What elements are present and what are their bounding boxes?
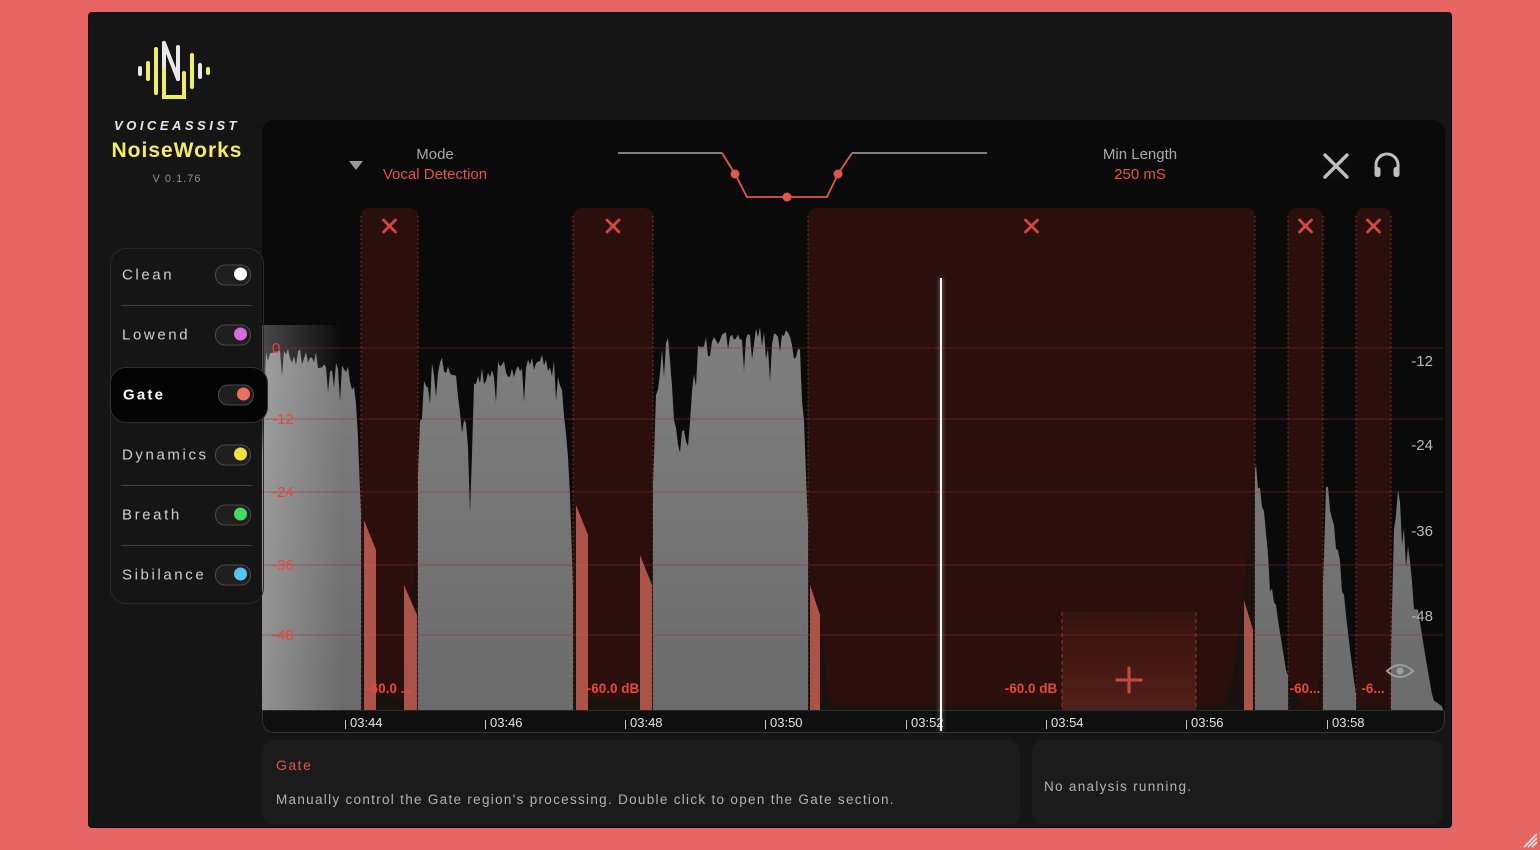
envelope-handle[interactable] [731,170,740,179]
time-tick-label: 03:46 [490,715,523,730]
region-threshold-label[interactable]: -60.0 dB [1005,681,1058,696]
info-panel: Gate Manually control the Gate region's … [262,740,1020,825]
envelope-handle[interactable] [783,193,792,202]
time-tick [345,720,346,729]
right-axis-label: -24 [1411,437,1433,454]
time-tick-label: 03:58 [1332,715,1365,730]
desktop-background: VOICEASSIST NoiseWorks V 0.1.76 ↺ ↻ ‹ De… [0,0,1540,850]
envelope-handle[interactable] [834,170,843,179]
toggle-knob [234,508,247,521]
sidebar-item-gate[interactable]: Gate [110,367,268,423]
mode-value[interactable]: Vocal Detection [365,166,505,183]
sidebar-item-label: Dynamics [122,447,209,464]
resize-grip[interactable] [1518,828,1538,848]
gate-tail [576,505,588,710]
right-axis-label: -48 [1411,608,1433,625]
region-threshold-label[interactable]: -60.0 ... [366,681,412,696]
waveform-fade [262,325,342,710]
sidebar-item-breath[interactable]: Breath [110,493,264,537]
region-threshold-label[interactable]: -60... [1290,681,1321,696]
sidebar-item-sibilance[interactable]: Sibilance [110,553,264,597]
mode-dropdown-caret[interactable] [349,161,363,170]
min-length-value[interactable]: 250 mS [1070,166,1210,183]
time-tick [625,720,626,729]
sidebar-item-lowend[interactable]: Lowend [110,313,264,357]
time-tick-label: 03:44 [350,715,383,730]
version-label: V 0.1.76 [89,169,265,187]
analysis-status-text: No analysis running. [1044,779,1192,794]
time-tick [485,720,486,729]
gate-subregion[interactable] [1062,612,1196,710]
sibilance-toggle[interactable] [215,565,251,586]
time-tick [765,720,766,729]
time-tick [1186,720,1187,729]
right-axis-label: -36 [1411,523,1433,540]
brand-text: VOICEASSIST [89,117,265,135]
envelope-line-gate[interactable] [722,153,852,197]
time-tick [906,720,907,729]
sidebar-item-label: Breath [122,507,182,524]
left-axis-label: -24 [272,484,294,501]
sidebar-item-label: Lowend [122,327,190,344]
left-axis-label: 0 [272,340,280,357]
sidebar-item-label: Clean [122,267,174,284]
time-tick [1046,720,1047,729]
left-axis-label: -36 [272,557,294,574]
dynamics-toggle[interactable] [215,445,251,466]
right-axis-label: -12 [1411,353,1433,370]
breath-toggle[interactable] [215,505,251,526]
time-tick [1327,720,1328,729]
toggle-knob [234,268,247,281]
analysis-status-panel: No analysis running. [1032,740,1443,825]
gate-envelope-curve[interactable] [600,140,1000,210]
close-icon[interactable] [1322,152,1350,180]
region-threshold-label[interactable]: -6... [1361,681,1384,696]
toggle-knob [234,328,247,341]
toggle-knob [234,448,247,461]
lowend-toggle[interactable] [215,325,251,346]
sidebar-item-clean[interactable]: Clean [110,253,264,297]
time-tick-label: 03:54 [1051,715,1084,730]
time-tick-label: 03:50 [770,715,803,730]
min-length-label: Min Length [1070,146,1210,163]
time-tick-label: 03:56 [1191,715,1224,730]
toggle-knob [234,568,247,581]
time-axis[interactable]: 03:44 03:46 03:48 03:50 03:52 03:54 03:56 03:58 [262,710,1445,733]
sidebar-item-label: Gate [123,387,165,404]
toggle-knob [237,388,250,401]
playhead[interactable] [940,278,942,731]
gate-toggle[interactable] [218,385,254,406]
product-name: NoiseWorks [89,139,265,163]
sidebar-divider [121,545,252,546]
region-threshold-label[interactable]: -60.0 dB [587,681,640,696]
mode-label: Mode [365,146,505,163]
left-axis-label: -12 [272,411,294,428]
info-panel-title: Gate [276,757,312,775]
clean-toggle[interactable] [215,265,251,286]
headphones-icon[interactable] [1372,150,1402,180]
brand-logo-icon [136,39,226,103]
sidebar-divider [121,305,252,306]
time-tick-label: 03:52 [911,715,944,730]
min-length-control[interactable]: Min Length 250 mS [1070,146,1210,183]
sidebar-item-dynamics[interactable]: Dynamics [110,433,264,477]
left-axis-label: -48 [272,627,294,644]
time-tick-label: 03:48 [630,715,663,730]
sidebar-divider [121,485,252,486]
mode-control[interactable]: Mode Vocal Detection [365,146,505,183]
info-panel-description: Manually control the Gate region's proce… [276,792,895,807]
sidebar-item-label: Sibilance [122,567,206,584]
module-list [110,248,264,604]
